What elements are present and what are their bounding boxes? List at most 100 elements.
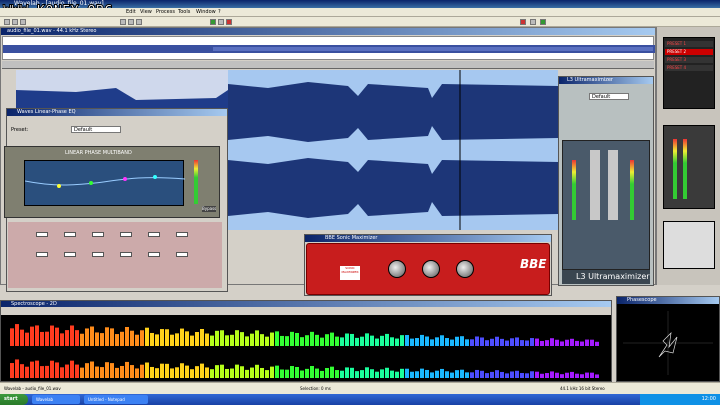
cut-icon[interactable] [120, 19, 126, 25]
spectrum-bar-right [70, 360, 74, 378]
preset-item[interactable]: PRESET 2 [665, 49, 713, 55]
spectrum-bar-left [245, 336, 249, 346]
spectrum-bar-left [505, 340, 509, 346]
spectrum-bar-left [465, 339, 469, 346]
copy-icon[interactable] [128, 19, 134, 25]
play-icon[interactable] [210, 19, 216, 25]
band-gain-field[interactable] [148, 232, 160, 237]
status-bar: Wavelab - audio_file_01.wav Selection: 0… [0, 382, 720, 394]
menu-item[interactable]: Tools [178, 9, 190, 15]
eq-brand: LINEAR PHASE MULTIBAND [65, 150, 132, 156]
spectrum-bar-left [195, 331, 199, 346]
band-gain-field[interactable] [92, 232, 104, 237]
start-button[interactable]: start [0, 394, 28, 405]
menu-item[interactable]: Process [156, 9, 175, 15]
spectrum-bar-left [35, 325, 39, 346]
spectrum-bar-left [405, 335, 409, 346]
spectrum-bar-right [450, 372, 454, 378]
l3-threshold-slider[interactable] [590, 150, 600, 220]
waveform-selection[interactable] [228, 70, 558, 230]
eq-window-title: Waves Linear-Phase EQ [7, 109, 227, 116]
preset-list [663, 37, 715, 109]
band-freq-field[interactable] [176, 252, 188, 257]
spectrum-bar-left [520, 340, 524, 346]
spectrum-bar-left [390, 337, 394, 346]
spectrum-bar-right [385, 367, 389, 378]
spectrum-bar-left [260, 334, 264, 346]
menu-item[interactable]: View [140, 9, 152, 15]
band-freq-field[interactable] [36, 252, 48, 257]
preset-item[interactable]: PRESET 3 [665, 57, 713, 63]
band-freq-field[interactable] [148, 252, 160, 257]
time-ruler[interactable] [2, 61, 654, 69]
spectrum-bar-left [150, 332, 154, 346]
stop-icon[interactable] [218, 19, 224, 25]
band-gain-field[interactable] [120, 232, 132, 237]
spectrum-bar-left [495, 336, 499, 346]
spectrum-bar-left [170, 334, 174, 346]
task-button[interactable]: Wavelab [32, 395, 80, 404]
spectrum-bar-right [275, 365, 279, 378]
menu-item[interactable]: ? [218, 9, 221, 15]
eq-bypass-button[interactable]: Bypass [202, 206, 216, 212]
spectrum-bar-left [205, 333, 209, 346]
spectrum-bar-left [235, 330, 239, 346]
spectrum-bar-left [370, 335, 374, 346]
l3-ceiling-slider[interactable] [608, 150, 618, 220]
waveform-overview[interactable] [2, 36, 655, 60]
master-section-panel: PRESET 1 PRESET 2 PRESET 3 PRESET 4 [656, 27, 720, 285]
spectrum-bar-left [530, 338, 534, 346]
spectrum-bar-left [145, 327, 149, 346]
output-knob[interactable] [456, 260, 474, 278]
eq-preset-select[interactable]: Default [71, 126, 121, 133]
spectrum-bar-left [75, 330, 79, 346]
l3-preset-select[interactable]: Default [589, 93, 629, 100]
spectrum-bar-right [260, 367, 264, 378]
paste-icon[interactable] [136, 19, 142, 25]
spectrum-bar-left [105, 327, 109, 346]
spectrum-bar-right [20, 364, 24, 378]
record-icon[interactable] [226, 19, 232, 25]
spectrum-bar-left [345, 333, 349, 346]
preset-item[interactable]: PRESET 4 [665, 65, 713, 71]
band-freq-field[interactable] [92, 252, 104, 257]
spectrum-bar-left [160, 329, 164, 346]
spectrum-bar-left [210, 335, 214, 346]
task-button[interactable]: Untitled - Notepad [84, 395, 148, 404]
spectrum-bar-left [270, 332, 274, 346]
spectrum-bar-right [40, 366, 44, 378]
transport-play-icon[interactable] [540, 19, 546, 25]
band-gain-field[interactable] [36, 232, 48, 237]
menu-item[interactable]: Window [196, 9, 216, 15]
spectrum-bar-left [455, 336, 459, 346]
new-icon[interactable] [4, 19, 10, 25]
spectrum-bar-right [325, 368, 329, 378]
spectrum-bar-right [170, 368, 174, 378]
band-freq-field[interactable] [120, 252, 132, 257]
spectrum-bar-right [510, 371, 514, 378]
band-gain-field[interactable] [176, 232, 188, 237]
transport-stop-icon[interactable] [530, 19, 536, 25]
process-knob[interactable] [422, 260, 440, 278]
save-icon[interactable] [20, 19, 26, 25]
lo-contour-knob[interactable] [388, 260, 406, 278]
open-icon[interactable] [12, 19, 18, 25]
menu-item[interactable]: Edit [126, 9, 136, 15]
spectrum-bar-left [190, 335, 194, 346]
spectrum-bar-left [425, 336, 429, 346]
spectrum-bar-left [500, 338, 504, 346]
spectrum-bar-right [265, 370, 269, 378]
spectrum-bar-right [90, 361, 94, 378]
band-gain-field[interactable] [64, 232, 76, 237]
eq-curve-graph[interactable] [24, 160, 186, 206]
spectrum-bar-left [380, 335, 384, 346]
band-freq-field[interactable] [64, 252, 76, 257]
spectrum-bar-right [460, 369, 464, 378]
spectrum-bar-left [120, 331, 124, 346]
spectrum-bar-left [330, 332, 334, 346]
spectrum-bar-left [475, 336, 479, 346]
spectrum-bar-left [580, 341, 584, 346]
spectrum-bar-left [250, 333, 254, 346]
transport-record-icon[interactable] [520, 19, 526, 25]
preset-item[interactable]: PRESET 1 [665, 41, 713, 47]
